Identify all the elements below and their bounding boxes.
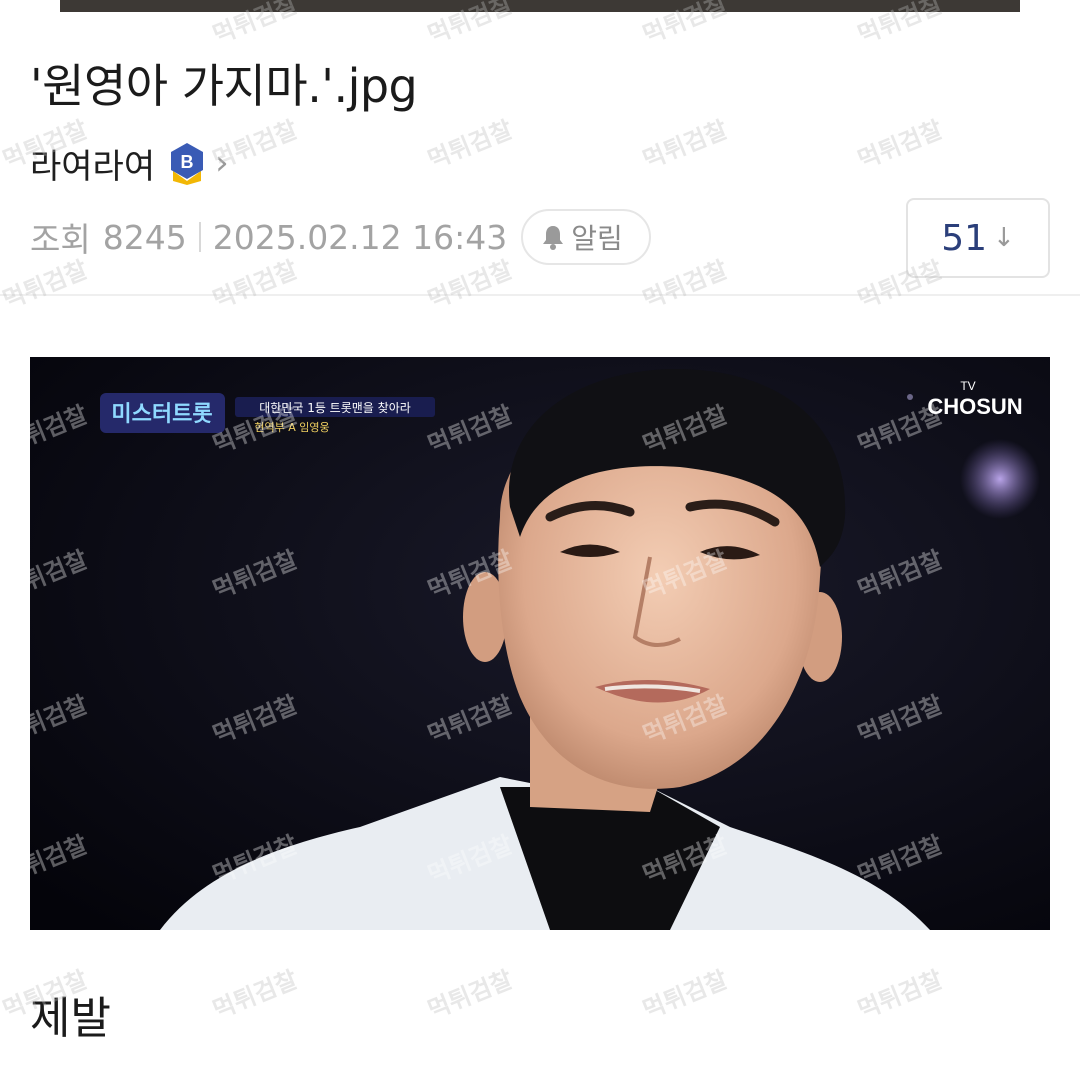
watermark: 먹튀검찰	[638, 965, 732, 1025]
show-logo: 미스터트롯	[111, 402, 212, 427]
post-meta: 조회 8245 2025.02.12 16:43 알림	[30, 208, 651, 266]
watermark: 먹튀검찰	[423, 115, 517, 175]
comment-count: 51	[941, 217, 987, 259]
watermark: 먹튀검찰	[638, 255, 732, 315]
post-page: '원영아 가지마.'.jpg 라여라여 B › 조회 8245 2025.02.…	[0, 0, 1080, 1080]
stage-light	[960, 439, 1040, 519]
watermark: 먹튀검찰	[638, 115, 732, 175]
bell-icon	[543, 226, 564, 250]
views-label: 조회	[30, 220, 91, 259]
author-name: 라여라여	[30, 146, 156, 187]
watermark: 먹튀검찰	[853, 965, 947, 1025]
meta-divider	[198, 222, 201, 252]
show-caption: 대한민국 1등 트롯맨을 찾아라	[259, 401, 411, 415]
alarm-button[interactable]: 알림	[521, 209, 651, 265]
contestant-caption: 현역부 A 임영웅	[254, 421, 329, 434]
author-link[interactable]: 라여라여 B ›	[30, 138, 229, 188]
post-body: 제발	[30, 993, 111, 1044]
views-count: 8245	[102, 217, 187, 257]
member-grade-badge-icon: B	[167, 141, 207, 185]
comment-jump-button[interactable]: 51 ↓	[906, 198, 1050, 278]
channel-tv: TV	[960, 379, 975, 393]
post-title: '원영아 가지마.'.jpg	[30, 59, 418, 113]
previous-image-edge	[60, 0, 1020, 12]
post-datetime: 2025.02.12 16:43	[212, 217, 508, 257]
watermark: 먹튀검찰	[423, 965, 517, 1025]
arrow-down-icon: ↓	[993, 223, 1015, 253]
watermark: 먹튀검찰	[208, 965, 302, 1025]
alarm-label: 알림	[571, 222, 623, 255]
chevron-right-icon: ›	[215, 143, 229, 183]
post-image[interactable]: 미스터트롯 대한민국 1등 트롯맨을 찾아라 현역부 A 임영웅 TV CHOS…	[30, 357, 1050, 930]
badge-letter: B	[181, 152, 194, 172]
header-divider	[0, 294, 1080, 296]
channel-logo: CHOSUN	[927, 394, 1022, 419]
watermark: 먹튀검찰	[853, 115, 947, 175]
